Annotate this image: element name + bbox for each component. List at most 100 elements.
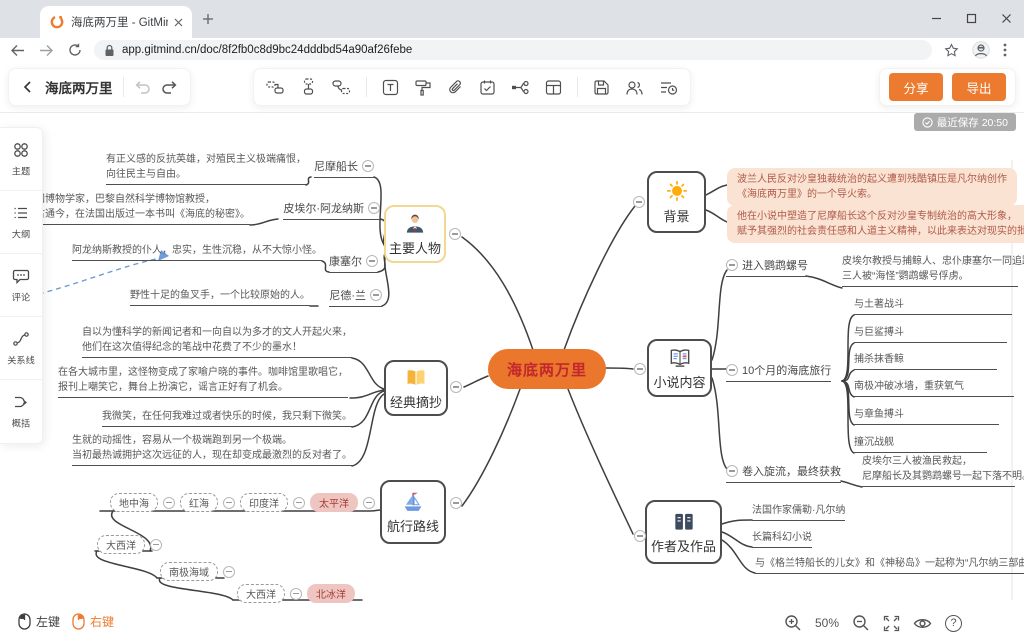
topic-background[interactable]: 背景 — [647, 171, 706, 233]
node-aronnax[interactable]: 皮埃尔·阿龙纳斯 — [283, 200, 380, 220]
collapse-rescue[interactable] — [726, 465, 738, 477]
route-stop-pacific[interactable]: 太平洋 — [310, 493, 358, 512]
collapse-stop[interactable] — [363, 497, 375, 509]
task-icon[interactable] — [479, 79, 496, 96]
topic-content[interactable]: 小说内容 — [647, 339, 712, 397]
collapse-stop[interactable] — [223, 497, 235, 509]
collapse-stop[interactable] — [290, 588, 302, 600]
collapse-stop[interactable] — [223, 566, 235, 578]
node-conseil-desc[interactable]: 阿龙纳斯教授的仆人，忠实，生性沉稳，从不大惊小怪。 — [72, 243, 322, 261]
presentation-eye-icon[interactable] — [913, 616, 932, 631]
collapse-excerpts[interactable] — [450, 381, 462, 393]
author-work-2[interactable]: 长篇科幻小说 — [752, 530, 812, 548]
topic-characters[interactable]: 主要人物 — [384, 205, 446, 263]
voyage-event-2[interactable]: 与巨鲨搏斗 — [854, 325, 1007, 343]
node-nautilus[interactable]: 进入鹦鹉螺号 — [726, 257, 808, 277]
route-stop-atlantic-2[interactable]: 大西洋 — [237, 584, 285, 603]
text-style-icon[interactable] — [382, 79, 399, 96]
node-ned[interactable]: 尼德·兰 — [329, 287, 382, 307]
insert-sibling-node-icon[interactable] — [266, 79, 285, 96]
window-close-icon[interactable] — [1001, 13, 1012, 24]
collapse-stop[interactable] — [150, 539, 162, 551]
attachment-icon[interactable] — [447, 79, 464, 96]
help-icon[interactable]: ? — [945, 615, 962, 632]
background-note-2[interactable]: 他在小说中塑造了尼摩船长这个反对沙皇专制统治的高大形象， 赋予其强烈的社会责任感… — [727, 205, 1024, 243]
collapse-background[interactable] — [633, 196, 645, 208]
collapse-ned[interactable] — [370, 289, 382, 301]
forward-icon[interactable] — [39, 44, 54, 57]
profile-avatar[interactable] — [972, 41, 990, 59]
collapse-author[interactable] — [634, 530, 646, 542]
collapse-nautilus[interactable] — [726, 259, 738, 271]
browser-tab[interactable]: 海底两万里 - GitMind — [40, 6, 192, 38]
route-stop-atlantic-1[interactable]: 大西洋 — [97, 535, 145, 554]
save-icon[interactable] — [593, 79, 610, 96]
browser-menu-icon[interactable] — [1003, 43, 1007, 57]
topic-excerpts[interactable]: 经典摘抄 — [384, 360, 448, 416]
author-work-1[interactable]: 法国作家儒勒·凡尔纳 — [752, 503, 845, 521]
collapse-route[interactable] — [450, 497, 462, 509]
collapse-content[interactable] — [634, 363, 646, 375]
topic-author[interactable]: 作者及作品 — [645, 500, 722, 564]
route-stop-antarctic[interactable]: 南极海域 — [160, 562, 218, 581]
voyage-event-6[interactable]: 撞沉战舰 — [854, 435, 987, 453]
node-rescue-desc[interactable]: 皮埃尔三人被渔民救起， 尼摩船长及其鹦鹉螺号一起下落不明。 — [862, 454, 1015, 487]
reload-icon[interactable] — [68, 43, 82, 57]
excerpt-2[interactable]: 在各大城市里，这怪物变成了家喻户晓的事件。咖啡馆里歌唱它， 报刊上嘲笑它，舞台上… — [58, 365, 348, 398]
voyage-event-5[interactable]: 与章鱼搏斗 — [854, 407, 999, 425]
collapse-aronnax[interactable] — [368, 202, 380, 214]
node-ned-desc[interactable]: 野性十足的鱼叉手，一个比较原始的人。 — [130, 288, 310, 306]
voyage-event-3[interactable]: 捕杀抹香鲸 — [854, 352, 997, 370]
back-icon[interactable] — [10, 44, 25, 57]
route-stop-arctic[interactable]: 北冰洋 — [307, 584, 355, 603]
route-stop-redsea[interactable]: 红海 — [180, 493, 218, 512]
sidebar-item-relation[interactable]: 关系线 — [0, 317, 42, 380]
collapse-voyage[interactable] — [726, 364, 738, 376]
node-nemo-desc[interactable]: 有正义感的反抗英雄，对殖民主义极端痛恨， 向往民主与自由。 — [106, 152, 306, 185]
insert-child-node-icon[interactable] — [300, 78, 317, 96]
url-field[interactable]: app.gitmind.cn/doc/8f2fb0c8d9bc24dddbd54… — [94, 40, 932, 60]
back-chevron-icon[interactable] — [21, 80, 35, 94]
window-maximize-icon[interactable] — [966, 13, 977, 24]
collapse-stop[interactable] — [293, 497, 305, 509]
node-aronnax-desc[interactable]: 法国博物学家，巴黎自然科学博物馆教授， 博古通今，在法国出版过一本书叫《海底的秘… — [25, 192, 250, 225]
tab-close-icon[interactable] — [174, 18, 183, 27]
excerpt-3[interactable]: 我微笑，在任何我难过或者快乐的时候，我只剩下微笑。 — [102, 409, 352, 427]
bookmark-star-icon[interactable] — [944, 43, 959, 58]
route-stop-indian[interactable]: 印度洋 — [240, 493, 288, 512]
redo-icon[interactable] — [161, 80, 178, 95]
insert-topic-node-icon[interactable] — [332, 79, 351, 96]
author-work-3[interactable]: 与《格兰特船长的儿女》和《神秘岛》一起称为“凡尔纳三部曲” — [755, 556, 1024, 574]
root-node[interactable]: 海底两万里 — [488, 349, 606, 389]
excerpt-4[interactable]: 生就的动摇性，容易从一个极端跑到另一个极端。 当初最热诚拥护这次远征的人，现在却… — [72, 433, 352, 466]
node-voyage[interactable]: 10个月的海底旅行 — [726, 362, 831, 382]
background-note-1[interactable]: 波兰人民反对沙皇独裁统治的起义遭到残酷镇压是凡尔纳创作 《海底两万里》的一个导火… — [727, 168, 1017, 206]
sidebar-item-comments[interactable]: 评论 — [0, 254, 42, 317]
sidebar-item-theme[interactable]: 主题 — [0, 128, 42, 191]
collaborate-icon[interactable] — [625, 79, 644, 96]
collapse-stop[interactable] — [163, 497, 175, 509]
route-stop-mediterranean[interactable]: 地中海 — [110, 493, 158, 512]
sidebar-item-outline[interactable]: 大纲 — [0, 191, 42, 254]
export-button[interactable]: 导出 — [952, 73, 1006, 101]
voyage-event-1[interactable]: 与土著战斗 — [854, 297, 1012, 315]
fit-screen-icon[interactable] — [883, 615, 900, 632]
zoom-in-icon[interactable] — [784, 614, 802, 632]
node-nemo[interactable]: 尼摩船长 — [314, 158, 374, 178]
format-painter-icon[interactable] — [414, 79, 432, 96]
excerpt-1[interactable]: 自以为懂科学的新闻记者和一向自以为多才的文人开起火来， 他们在这次值得纪念的笔战… — [82, 325, 352, 358]
new-tab-button[interactable] — [202, 13, 214, 25]
collapse-conseil[interactable] — [366, 255, 378, 267]
topic-route[interactable]: 航行路线 — [380, 480, 446, 544]
voyage-event-4[interactable]: 南极冲破冰墙，重获氧气 — [854, 379, 1014, 397]
sidebar-item-summary[interactable]: 概括 — [0, 380, 42, 443]
undo-icon[interactable] — [134, 80, 151, 95]
node-rescue[interactable]: 卷入旋流，最终获救 — [726, 463, 841, 483]
window-minimize-icon[interactable] — [931, 13, 942, 24]
relation-node-icon[interactable] — [511, 79, 530, 96]
collapse-nemo[interactable] — [362, 160, 374, 172]
layout-icon[interactable] — [545, 79, 562, 96]
node-nautilus-desc[interactable]: 皮埃尔教授与捕鲸人、忠仆康塞尔一同追踪神秘 三人被“海怪”鹦鹉螺号俘虏。 — [842, 254, 1018, 287]
zoom-out-icon[interactable] — [852, 614, 870, 632]
node-conseil[interactable]: 康塞尔 — [329, 253, 378, 273]
